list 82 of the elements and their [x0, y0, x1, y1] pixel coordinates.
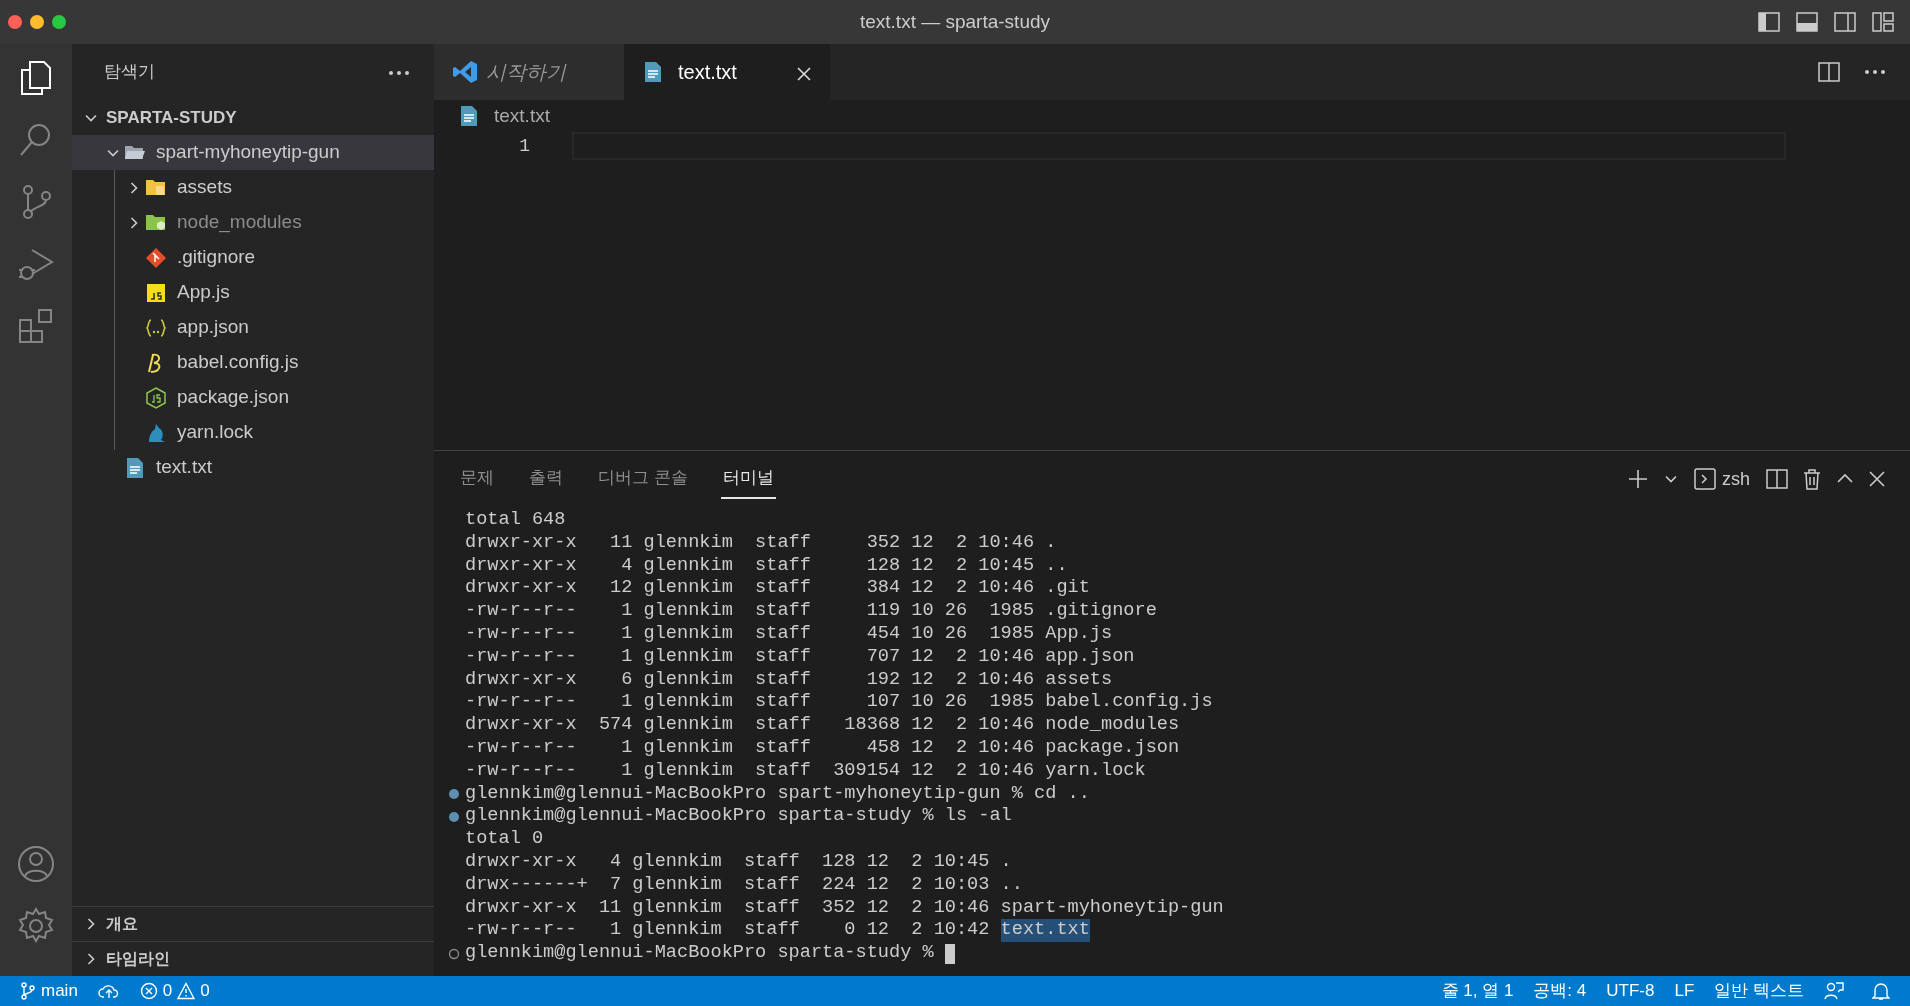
vscode-logo-icon: [452, 59, 478, 85]
warning-icon: [177, 982, 196, 1000]
trash-icon[interactable]: [1802, 468, 1822, 490]
terminal-line: -rw-r--r-- 1 glennkim staff 119 10 26 1985 .gitignore: [465, 600, 1157, 623]
terminal-icon[interactable]: [1694, 468, 1716, 490]
sidebar-title: 탐색기: [104, 61, 155, 84]
terminal-line: glennkim@glennui-MacBookPro sparta-study % ls -al: [465, 805, 1012, 829]
tree-item[interactable]: assets: [73, 170, 434, 205]
feedback-icon[interactable]: [1824, 981, 1844, 1001]
terminal-line: total 0: [465, 828, 544, 851]
minimize-window-button[interactable]: [30, 15, 44, 29]
zoom-window-button[interactable]: [52, 15, 66, 29]
close-icon[interactable]: [1868, 470, 1886, 488]
terminal-line: -rw-r--r-- 1 glennkim staff 309154 12 2 10:46 yarn.lock: [465, 759, 1146, 783]
terminal-line: -rw-r--r-- 1 glennkim staff 458 12 2 10:46 package.json: [465, 736, 1180, 760]
terminal-line: drwxr-xr-x 12 glennkim staff 384 12 2 10:46 .git: [465, 577, 1090, 601]
document-icon: [124, 456, 146, 479]
section-header[interactable]: 개요: [106, 912, 138, 936]
tree-item[interactable]: spart-myhoneytip-gun: [72, 135, 434, 170]
tree-item[interactable]: node_modules: [73, 205, 434, 240]
tree-item[interactable]: App.js: [73, 275, 434, 310]
more-icon[interactable]: [1864, 69, 1886, 75]
tree-item[interactable]: yarn.lock: [73, 415, 434, 450]
problems-indicator[interactable]: 0 0: [129, 978, 220, 1004]
tree-item[interactable]: text.txt: [72, 450, 434, 485]
js-icon: [145, 281, 167, 304]
terminal-line: drwxr-xr-x 4 glennkim staff 128 12 2 10:45 ..: [465, 554, 1068, 578]
tree-item[interactable]: .gitignore: [73, 240, 434, 275]
terminal-line: glennkim@glennui-MacBookPro sparta-study %: [465, 942, 935, 965]
terminal-line: -rw-r--r-- 1 glennkim staff 454 10 26 1985 App.js: [465, 623, 1113, 646]
terminal-line: -rw-r--r-- 1 glennkim staff 107 10 26 1985 babel.config.js: [465, 691, 1213, 715]
panel-toggle-icon[interactable]: [1796, 12, 1818, 32]
breadcrumb-item[interactable]: text.txt: [494, 101, 550, 131]
branch-indicator[interactable]: main: [10, 978, 88, 1004]
status-item[interactable]: 공백: 4: [1523, 978, 1597, 1004]
window-title: text.txt — sparta-study: [859, 10, 1051, 32]
account-icon[interactable]: [16, 844, 56, 884]
panel-tab[interactable]: 터미널: [720, 459, 776, 499]
split-terminal-icon[interactable]: [1766, 469, 1788, 489]
terminal-line: drwxr-xr-x 11 glennkim staff 352 12 2 10:46 .: [465, 531, 1057, 555]
more-icon[interactable]: [388, 69, 410, 76]
document-icon: [642, 61, 662, 83]
braces-icon: [145, 316, 167, 339]
split-editor-icon[interactable]: [1818, 62, 1840, 82]
hexagon-icon: [145, 386, 167, 409]
panel-tab[interactable]: 문제: [458, 459, 496, 499]
terminal-line: drwxr-xr-x 11 glennkim staff 352 12 2 10:46 spart-myhoneytip-gun: [465, 896, 1224, 920]
terminal-line: drwx------+ 7 glennkim staff 224 12 2 10:03 ..: [465, 873, 1023, 897]
editor-tab[interactable]: text.txt: [624, 44, 830, 100]
sidebar-toggle-icon[interactable]: [1758, 12, 1780, 32]
terminal-line: drwxr-xr-x 4 glennkim staff 128 12 2 10:45 .: [465, 850, 1012, 874]
terminal-line: drwxr-xr-x 6 glennkim staff 192 12 2 10:46 assets: [465, 668, 1113, 692]
tree-item[interactable]: babel.config.js: [73, 345, 434, 380]
status-item[interactable]: 줄 1, 열 1: [1431, 978, 1524, 1004]
terminal-line: glennkim@glennui-MacBookPro spart-myhoneytip-gun % cd ..: [465, 782, 1090, 806]
bell-icon[interactable]: [1872, 981, 1890, 1001]
tree-item[interactable]: app.json: [73, 310, 434, 345]
terminal-line: -rw-r--r-- 1 glennkim staff 0 12 2 10:42: [465, 919, 991, 943]
terminal-line: drwxr-xr-x 574 glennkim staff 18368 12 2 10:46 node_modules: [465, 714, 1180, 737]
selected-text: text.txt: [1000, 919, 1090, 943]
error-icon: [139, 982, 158, 1000]
terminal-shell-button[interactable]: zsh: [1692, 463, 1752, 495]
terminal-line: total 648: [465, 509, 566, 532]
section-header[interactable]: SPARTA-STUDY: [106, 104, 237, 131]
diamond-icon: [145, 246, 167, 269]
close-icon[interactable]: [796, 65, 812, 82]
cloud-upload-icon[interactable]: [97, 983, 120, 999]
status-item[interactable]: 일반 텍스트: [1704, 978, 1814, 1004]
status-item[interactable]: LF: [1664, 978, 1705, 1004]
terminal-line: -rw-r--r-- 1 glennkim staff 707 12 2 10:46 app.json: [465, 645, 1135, 669]
close-window-button[interactable]: [8, 15, 22, 29]
branch-icon: [20, 982, 36, 1000]
panel-tab[interactable]: 출력: [527, 459, 565, 499]
editor-tab[interactable]: 시작하기: [434, 44, 624, 100]
layout-icon[interactable]: [1872, 12, 1894, 32]
document-icon: [458, 105, 478, 127]
section-header[interactable]: 타임라인: [106, 947, 170, 971]
status-item[interactable]: UTF-8: [1596, 978, 1665, 1004]
line-number: 1: [518, 135, 530, 158]
tree-item[interactable]: package.json: [73, 380, 434, 415]
panel-tab[interactable]: 디버그 콘솔: [596, 459, 690, 499]
secondary-sidebar-icon[interactable]: [1834, 12, 1856, 32]
